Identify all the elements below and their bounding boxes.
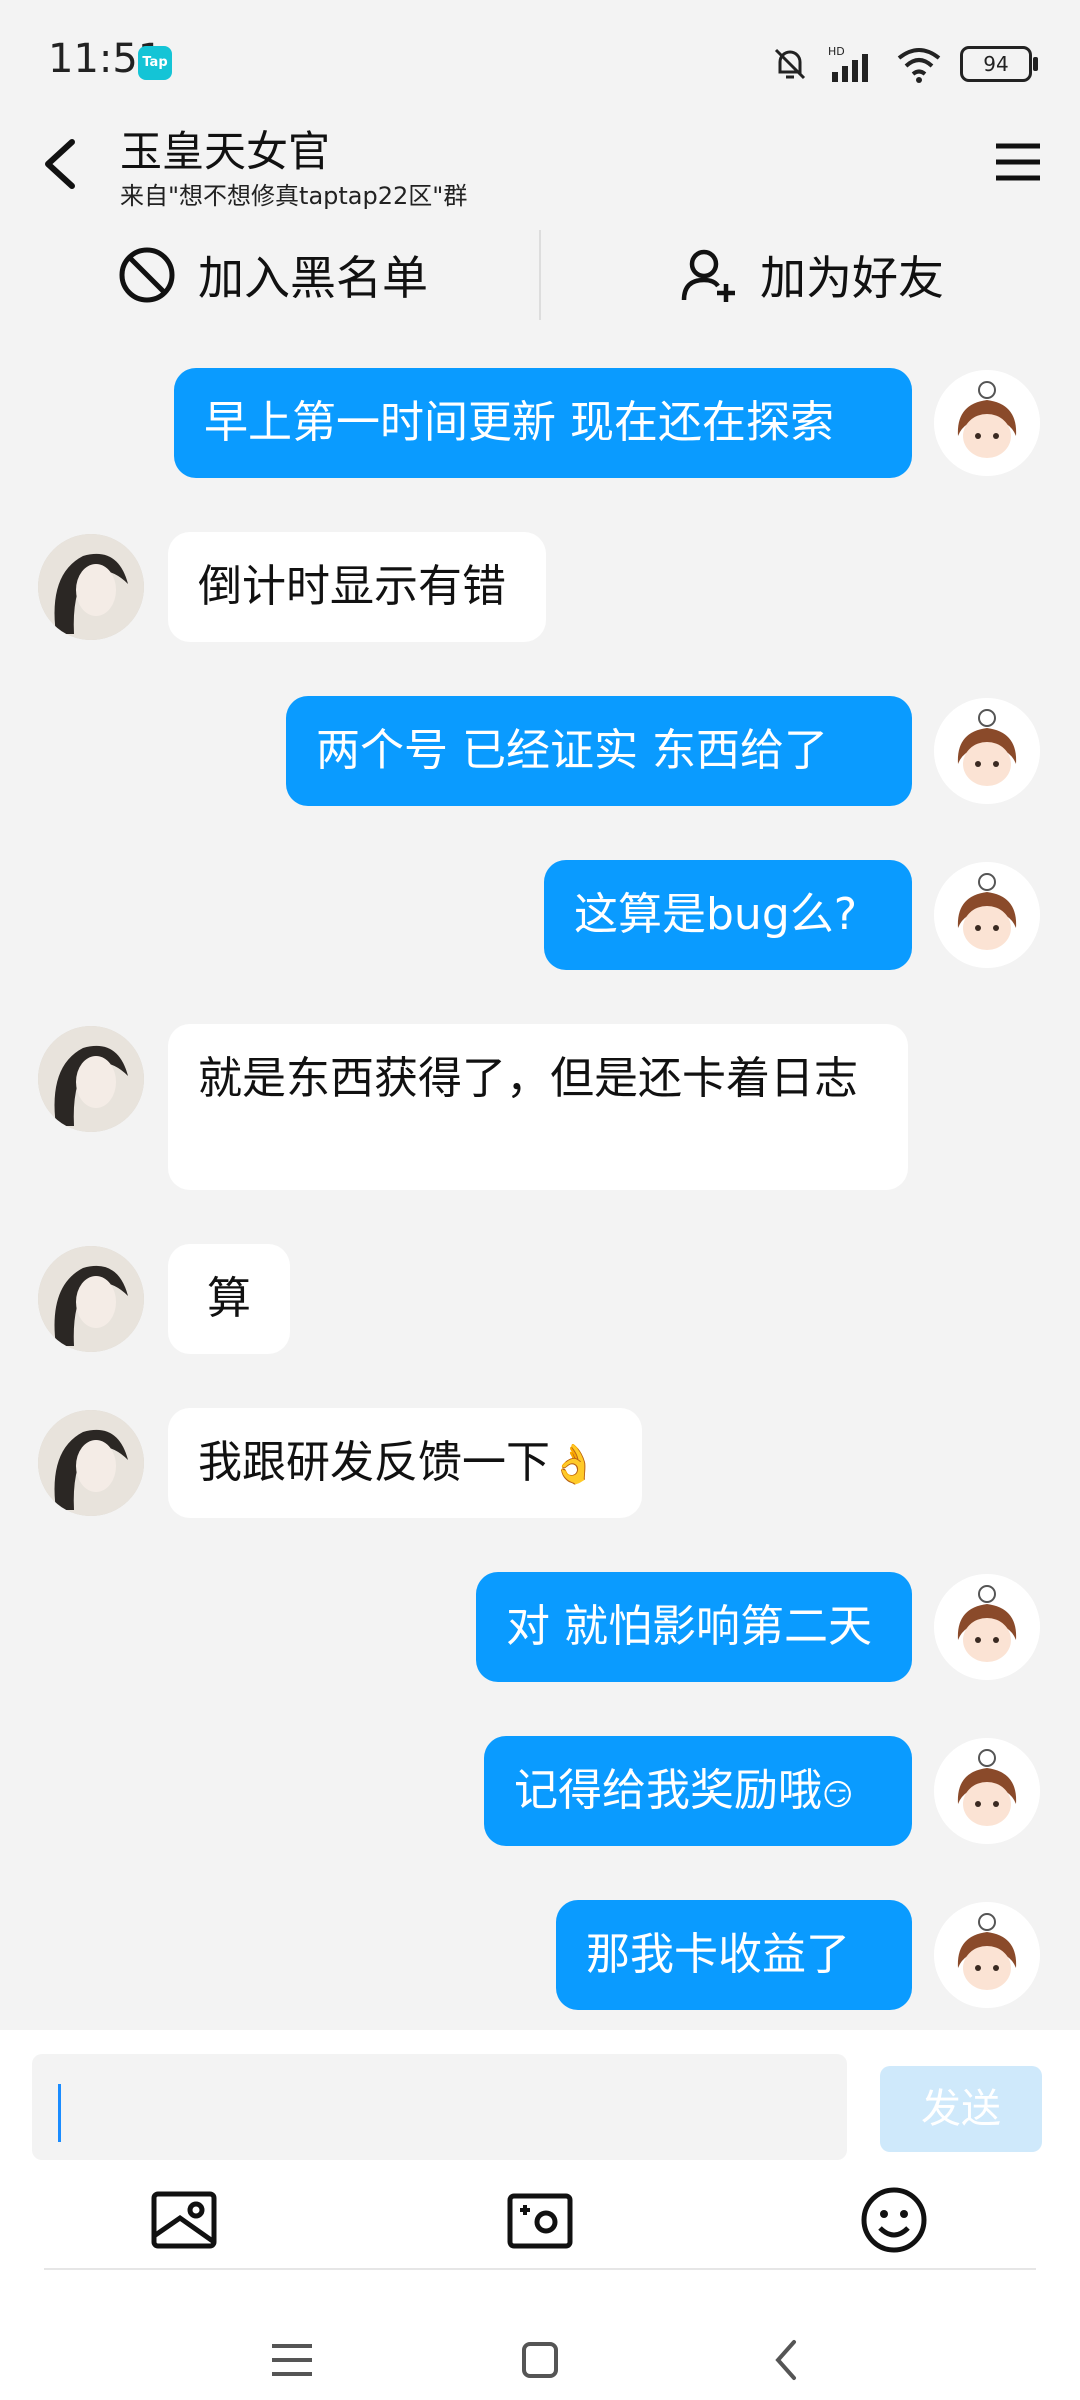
avatar-contact[interactable]: [38, 1410, 144, 1516]
chat-header: 玉皇天女官 来自"想不想修真taptap22区"群: [0, 110, 1080, 220]
emoji-icon[interactable]: [854, 2180, 934, 2260]
message-text: 算: [207, 1273, 251, 1324]
smirk-emoji: 😏: [822, 1778, 854, 1813]
message-text: 就是东西获得了，但是还卡着日志: [198, 1053, 858, 1104]
message-text: 那我卡收益了: [586, 1929, 850, 1980]
avatar-self[interactable]: [934, 1574, 1040, 1680]
recent-apps-icon[interactable]: [262, 2330, 322, 2390]
wifi-icon: [897, 48, 941, 83]
signal-icon: HD: [828, 45, 868, 82]
message-text: 对 就怕影响第二天: [506, 1601, 872, 1652]
message-bubble-outgoing[interactable]: 这算是bug么?: [544, 860, 912, 970]
add-friend-label: 加为好友: [760, 251, 944, 305]
message-input[interactable]: [32, 2054, 847, 2160]
composer: 发送: [0, 2030, 1080, 2400]
bell-muted-icon: [774, 48, 806, 80]
divider: [44, 2268, 1036, 2270]
blacklist-button[interactable]: 加入黑名单: [118, 220, 428, 330]
avatar-self[interactable]: [934, 370, 1040, 476]
avatar-contact[interactable]: [38, 534, 144, 640]
message-bubble-outgoing[interactable]: 早上第一时间更新 现在还在探索: [174, 368, 912, 478]
message-bubble-outgoing[interactable]: 两个号 已经证实 东西给了: [286, 696, 912, 806]
menu-icon[interactable]: [992, 136, 1044, 188]
message-bubble-incoming[interactable]: 倒计时显示有错: [168, 532, 546, 642]
avatar-contact[interactable]: [38, 1246, 144, 1352]
back-icon[interactable]: [758, 2330, 818, 2390]
status-bar: 11:51 Tap HD 94: [0, 0, 1080, 110]
add-friend-button[interactable]: 加为好友: [680, 220, 944, 330]
avatar-self[interactable]: [934, 1902, 1040, 2008]
avatar-self[interactable]: [934, 698, 1040, 804]
divider: [539, 230, 541, 320]
message-bubble-incoming[interactable]: 我跟研发反馈一下👌: [168, 1408, 642, 1518]
home-icon[interactable]: [510, 2330, 570, 2390]
avatar-self[interactable]: [934, 862, 1040, 968]
taptap-notification-icon: Tap: [138, 46, 172, 80]
message-text: 记得给我奖励哦: [514, 1765, 822, 1816]
battery-indicator: 94: [960, 46, 1038, 82]
add-user-icon: [681, 249, 735, 302]
message-text: 两个号 已经证实 东西给了: [316, 725, 828, 776]
avatar-contact[interactable]: [38, 1026, 144, 1132]
text-caret: [58, 2084, 61, 2142]
message-text: 这算是bug么?: [574, 889, 858, 940]
back-arrow-icon[interactable]: [36, 134, 86, 194]
message-text: 早上第一时间更新 现在还在探索: [204, 397, 834, 448]
ok-hand-emoji: 👌: [550, 1442, 598, 1486]
chat-source-subtitle: 来自"想不想修真taptap22区"群: [120, 182, 468, 210]
image-icon[interactable]: [144, 2180, 224, 2260]
svg-text:HD: HD: [828, 45, 845, 58]
camera-icon[interactable]: [500, 2180, 580, 2260]
block-icon: [119, 247, 175, 303]
message-text: 我跟研发反馈一下: [198, 1437, 550, 1488]
send-button[interactable]: 发送: [880, 2066, 1042, 2152]
chat-title: 玉皇天女官: [120, 127, 331, 176]
message-bubble-incoming[interactable]: 算: [168, 1244, 290, 1354]
avatar-self[interactable]: [934, 1738, 1040, 1844]
contact-actions: 加入黑名单 加为好友: [0, 220, 1080, 330]
message-bubble-outgoing[interactable]: 记得给我奖励哦😏: [484, 1736, 912, 1846]
message-bubble-incoming[interactable]: 就是东西获得了，但是还卡着日志: [168, 1024, 908, 1190]
message-text: 倒计时显示有错: [198, 561, 506, 612]
message-bubble-outgoing[interactable]: 对 就怕影响第二天: [476, 1572, 912, 1682]
message-bubble-outgoing[interactable]: 那我卡收益了: [556, 1900, 912, 2010]
blacklist-label: 加入黑名单: [198, 251, 428, 305]
